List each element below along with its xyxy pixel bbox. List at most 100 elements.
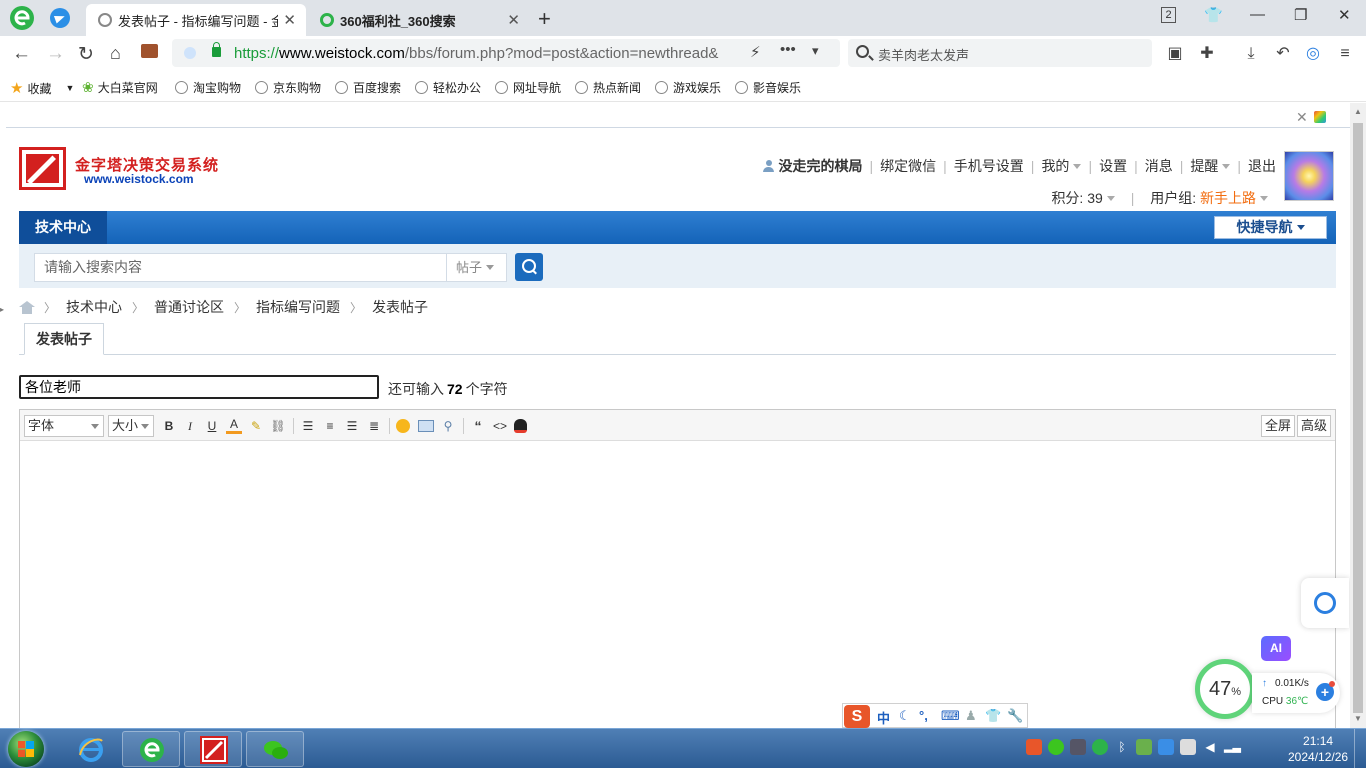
home-icon[interactable]	[19, 300, 35, 314]
scroll-up-icon[interactable]: ▲	[1354, 107, 1362, 116]
italic-button[interactable]: I	[182, 418, 198, 434]
collapse-icon[interactable]: ✕	[1296, 109, 1308, 125]
show-desktop-button[interactable]	[1354, 729, 1366, 768]
link-button[interactable]: ⛓	[270, 418, 286, 434]
nav-item-tech-center[interactable]: 技术中心	[19, 211, 107, 244]
advanced-button[interactable]: 高级	[1297, 415, 1332, 437]
signal-icon[interactable]: ▂▃	[1224, 739, 1241, 755]
telegram-icon[interactable]	[50, 8, 70, 28]
vertical-scrollbar[interactable]: ▲ ▼	[1350, 103, 1366, 728]
align-left-button[interactable]: ☰	[300, 418, 316, 434]
more-icon[interactable]: •••	[780, 41, 796, 58]
phone-settings-link[interactable]: 手机号设置	[954, 156, 1024, 176]
url-text[interactable]: https://www.weistock.com/bbs/forum.php?m…	[234, 45, 744, 62]
side-expand-arrow[interactable]: ▸	[0, 305, 4, 314]
security-shield-icon[interactable]	[184, 47, 196, 59]
align-right-button[interactable]: ≣	[366, 418, 382, 434]
device-tray-icon[interactable]	[1180, 739, 1196, 755]
tab-count-badge[interactable]: 2	[1161, 7, 1176, 23]
bookmark-item[interactable]: 游戏娱乐	[655, 79, 721, 96]
user-icon[interactable]: ♟	[965, 708, 977, 724]
taskbar-weistock[interactable]	[184, 731, 242, 767]
underline-button[interactable]: U	[204, 418, 220, 434]
sync-icon[interactable]: ◎	[1304, 45, 1322, 63]
start-button[interactable]	[8, 731, 44, 767]
keyboard-icon[interactable]: ⌨	[941, 708, 960, 724]
font-color-button[interactable]: A	[226, 418, 242, 434]
taskbar-wechat[interactable]	[246, 731, 304, 767]
close-window-button[interactable]: ✕	[1338, 6, 1351, 24]
taskbar-ie[interactable]	[62, 731, 120, 767]
attachment-icon[interactable]: ⚲	[440, 418, 456, 434]
site-url[interactable]: www.weistock.com	[84, 172, 194, 186]
user-group-menu[interactable]: 新手上路	[1200, 190, 1268, 206]
ai-button[interactable]: AI	[1261, 636, 1291, 661]
punctuation-icon[interactable]: °,	[919, 708, 928, 723]
close-icon[interactable]: ✕	[507, 11, 520, 29]
volume-icon[interactable]: ◀	[1202, 739, 1218, 755]
security-tray-icon[interactable]	[1136, 739, 1152, 755]
font-size-select[interactable]: 大小	[108, 415, 154, 437]
background-color-button[interactable]: ✎	[248, 418, 264, 434]
moon-icon[interactable]: ☾	[899, 708, 911, 724]
avatar[interactable]	[1284, 151, 1334, 201]
color-palette-icon[interactable]	[1313, 111, 1326, 123]
extensions-icon[interactable]: ✚	[1198, 45, 1216, 63]
new-tab-button[interactable]: +	[538, 6, 551, 32]
chevron-down-icon[interactable]: ▾	[812, 43, 819, 59]
bookmark-item[interactable]: 轻松办公	[415, 79, 481, 96]
reload-button[interactable]: ↻	[78, 43, 94, 66]
bookmark-favorites[interactable]: ★ 收藏 ▼	[10, 79, 74, 97]
minimize-button[interactable]: —	[1250, 6, 1265, 23]
emoji-icon[interactable]	[396, 419, 410, 433]
tab-360-search[interactable]: 360福利社_360搜索 ✕	[308, 4, 530, 36]
add-icon[interactable]: +	[1316, 681, 1335, 701]
logout-link[interactable]: 退出	[1248, 156, 1276, 176]
my-menu[interactable]: 我的	[1041, 156, 1082, 176]
breadcrumb-item[interactable]: 普通讨论区	[154, 297, 224, 317]
network-tray-icon[interactable]	[1070, 739, 1086, 755]
briefcase-icon[interactable]	[141, 44, 158, 58]
bookmark-item[interactable]: 热点新闻	[575, 79, 641, 96]
reminders-menu[interactable]: 提醒	[1190, 156, 1231, 176]
scroll-thumb[interactable]	[1353, 123, 1363, 713]
font-family-select[interactable]: 字体	[24, 415, 104, 437]
bluetooth-icon[interactable]: ᛒ	[1114, 739, 1130, 755]
quick-nav-button[interactable]: 快捷导航	[1214, 216, 1327, 239]
code-button[interactable]: <>	[492, 418, 508, 434]
tab-post-thread[interactable]: 发表帖子 - 指标编写问题 - 金 ✕	[86, 4, 306, 36]
float-sync-widget[interactable]	[1301, 578, 1349, 628]
browser-logo-icon[interactable]	[8, 4, 36, 32]
app-tray-icon[interactable]	[1158, 739, 1174, 755]
bookmark-item[interactable]: 京东购物	[255, 79, 321, 96]
bold-button[interactable]: B	[161, 418, 177, 434]
search-type-select[interactable]: 帖子	[447, 253, 507, 282]
restore-button[interactable]: ❐	[1294, 6, 1307, 24]
taskbar-clock[interactable]: 21:14 2024/12/26	[1288, 733, 1348, 765]
sogou-ime-icon[interactable]: S	[844, 705, 870, 728]
forum-search-button[interactable]	[515, 253, 543, 281]
home-button[interactable]: ⌂	[110, 43, 121, 64]
fullscreen-button[interactable]: 全屏	[1261, 415, 1296, 437]
taskbar-360-browser[interactable]	[122, 731, 180, 767]
qq-icon[interactable]	[514, 419, 527, 433]
back-button[interactable]: ←	[12, 43, 31, 65]
wechat-tray-icon[interactable]	[1048, 739, 1064, 755]
site-logo[interactable]	[19, 147, 66, 190]
breadcrumb-item[interactable]: 技术中心	[66, 297, 122, 317]
points-menu[interactable]: 积分: 39	[1051, 190, 1115, 206]
bookmark-item[interactable]: 网址导航	[495, 79, 561, 96]
image-icon[interactable]	[418, 420, 434, 432]
sogou-tray-icon[interactable]	[1026, 739, 1042, 755]
bind-wechat-link[interactable]: 绑定微信	[880, 156, 936, 176]
username-link[interactable]: 没走完的棋局	[779, 156, 863, 176]
undo-icon[interactable]: ↶	[1274, 45, 1292, 63]
ime-mode-toggle[interactable]: 中	[877, 708, 890, 727]
breadcrumb-item[interactable]: 指标编写问题	[256, 297, 340, 317]
align-justify-button[interactable]: ☰	[344, 418, 360, 434]
align-center-button[interactable]: ≡	[322, 418, 338, 434]
browser-search-input[interactable]: 卖羊肉老太发声	[848, 39, 1152, 67]
skin-icon[interactable]: 👕	[985, 708, 1001, 724]
url-bar[interactable]: https://www.weistock.com/bbs/forum.php?m…	[172, 39, 840, 67]
tab-post-thread[interactable]: 发表帖子	[24, 323, 104, 355]
